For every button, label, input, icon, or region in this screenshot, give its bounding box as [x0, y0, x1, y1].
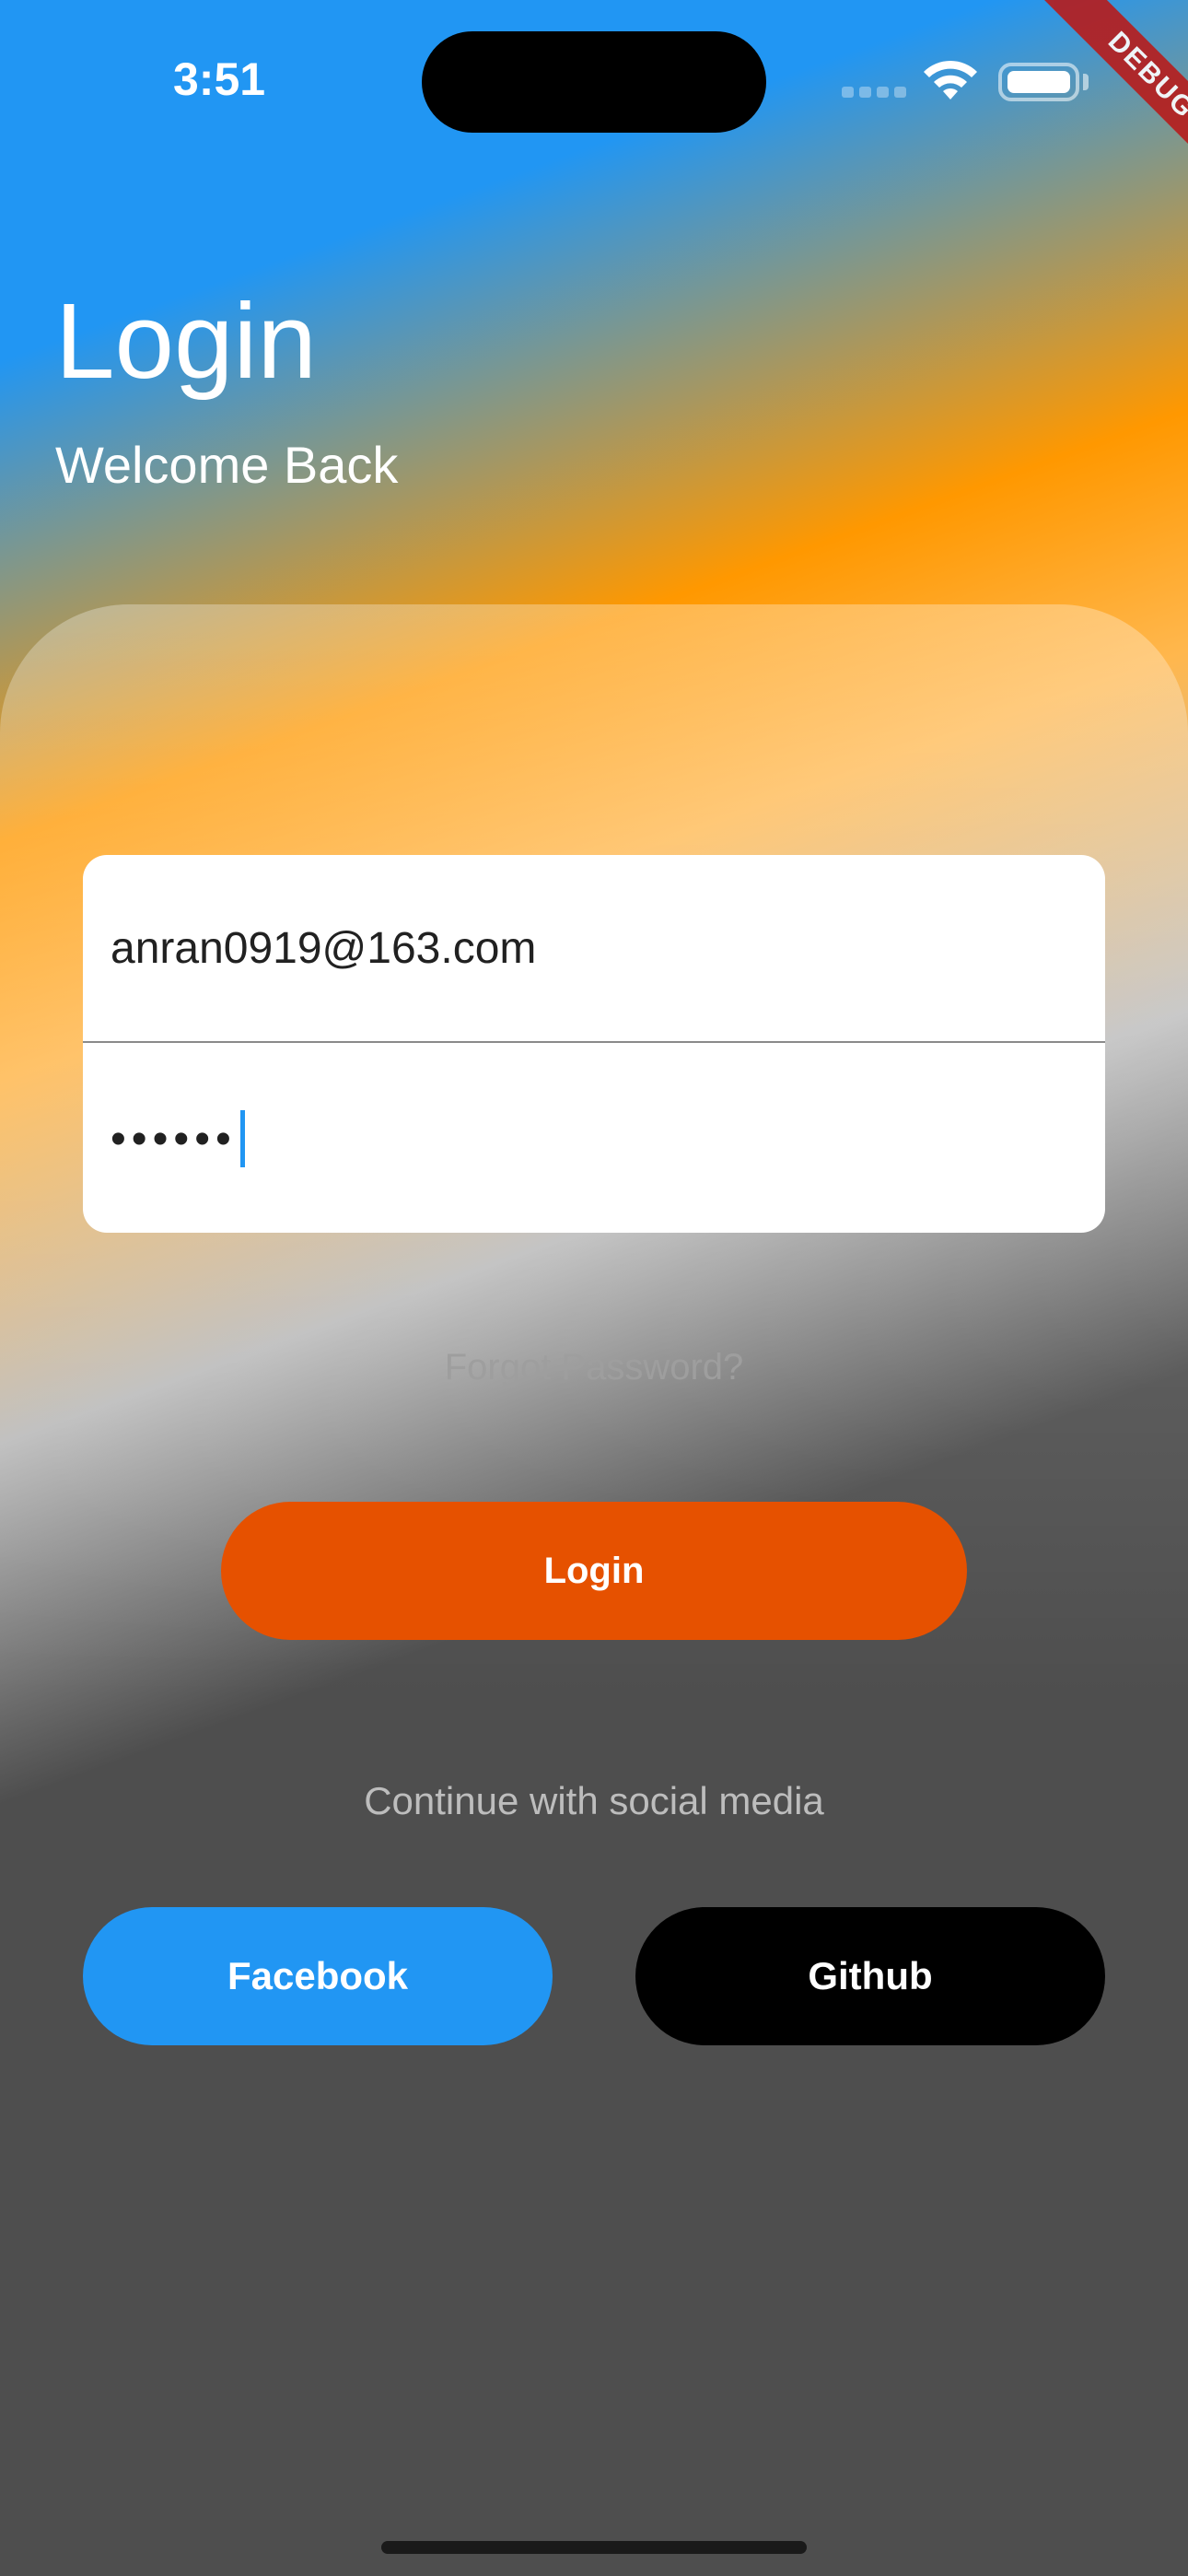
social-media-label: Continue with social media	[364, 1779, 824, 1822]
battery-icon	[998, 63, 1079, 101]
wifi-icon	[924, 60, 977, 100]
password-value: ••••••	[111, 1114, 237, 1164]
credentials-form: anran0919@163.com ••••••	[83, 855, 1105, 1233]
github-button[interactable]: Github	[635, 1907, 1105, 2045]
cellular-signal-icon	[842, 87, 906, 98]
login-button[interactable]: Login	[221, 1502, 967, 1640]
text-cursor	[239, 1110, 245, 1167]
password-field[interactable]: ••••••	[83, 1045, 1105, 1233]
home-indicator[interactable]	[381, 2541, 807, 2554]
status-time: 3:51	[173, 53, 266, 105]
forgot-password-link[interactable]: Forgot Password?	[0, 1340, 1188, 1395]
battery-level	[1007, 71, 1070, 93]
dynamic-island	[422, 31, 766, 133]
page-subtitle: Welcome Back	[55, 436, 399, 494]
facebook-button[interactable]: Facebook	[83, 1907, 553, 2045]
battery-cap	[1083, 74, 1089, 90]
page-title: Login	[55, 281, 317, 401]
email-field[interactable]: anran0919@163.com	[83, 855, 1105, 1043]
email-value: anran0919@163.com	[111, 923, 537, 973]
login-screen: 3:51 DEBUG Login Welcome Back anran0919@…	[0, 0, 1188, 2576]
